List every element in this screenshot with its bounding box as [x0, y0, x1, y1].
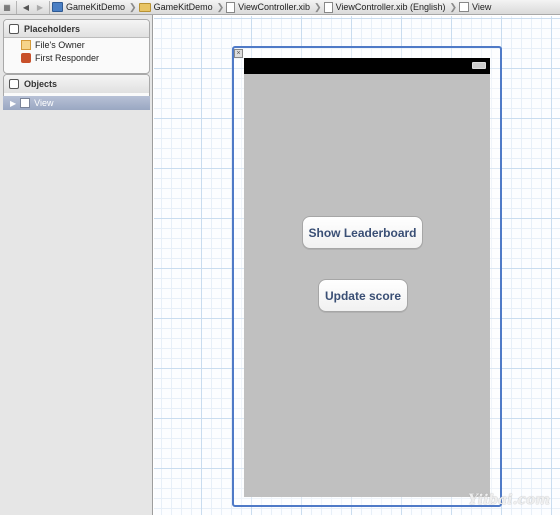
objects-section: Objects [3, 74, 150, 96]
breadcrumb-project[interactable]: GameKitDemo [52, 2, 127, 12]
separator [16, 0, 17, 14]
cube-icon [9, 79, 19, 89]
cube-icon [9, 23, 19, 34]
outline-item-view[interactable]: ▶ View [3, 96, 150, 110]
breadcrumb-view[interactable]: View [459, 2, 493, 12]
view-icon [20, 98, 31, 108]
project-icon [52, 2, 63, 12]
placeholders-header[interactable]: Placeholders [4, 20, 149, 38]
breadcrumb-label: GameKitDemo [153, 2, 213, 12]
related-items-icon[interactable]: ▦ [0, 0, 14, 14]
chevron-right-icon: ❯ [449, 1, 458, 12]
separator [49, 0, 50, 14]
document-outline: Placeholders File's Owner First Responde… [0, 15, 153, 515]
section-title: Placeholders [24, 23, 81, 34]
close-icon[interactable]: × [234, 49, 243, 58]
status-bar [244, 58, 490, 74]
watermark: Yiibai.com [468, 492, 551, 508]
outline-item-label: View [34, 98, 54, 108]
breadcrumb-label: ViewController.xib [238, 2, 311, 12]
forward-icon[interactable]: ▶ [33, 0, 47, 14]
breadcrumb-xib[interactable]: ViewController.xib [226, 1, 312, 13]
first-responder-icon [21, 52, 31, 63]
outline-item-files-owner[interactable]: File's Owner [4, 38, 149, 51]
xib-file-icon [323, 1, 333, 13]
disclosure-triangle-icon[interactable]: ▶ [10, 99, 16, 108]
back-icon[interactable]: ◀ [19, 0, 33, 14]
breadcrumb-group[interactable]: GameKitDemo [138, 2, 215, 12]
view-icon [459, 2, 470, 12]
breadcrumb-label: ViewController.xib (English) [335, 2, 446, 12]
xib-file-icon [226, 1, 236, 13]
chevron-right-icon: ❯ [314, 1, 322, 12]
section-title: Objects [24, 79, 58, 89]
breadcrumb-label: GameKitDemo [66, 2, 126, 12]
files-owner-icon [21, 39, 31, 50]
outline-item-first-responder[interactable]: First Responder [4, 51, 149, 64]
update-score-button[interactable]: Update score [318, 279, 408, 312]
jump-bar: ▦ ◀ ▶ GameKitDemo ❯ GameKitDemo ❯ ViewCo… [0, 0, 560, 15]
show-leaderboard-button[interactable]: Show Leaderboard [302, 216, 423, 249]
placeholders-section: Placeholders File's Owner First Responde… [3, 19, 150, 74]
chevron-right-icon: ❯ [216, 1, 225, 12]
outline-item-label: File's Owner [35, 39, 85, 50]
iphone-view[interactable] [244, 58, 490, 497]
outline-item-label: First Responder [35, 52, 100, 63]
breadcrumb-xib-english[interactable]: ViewController.xib (English) [323, 1, 448, 13]
folder-icon [138, 2, 151, 12]
chevron-right-icon: ❯ [129, 1, 137, 12]
breadcrumb-label: View [472, 2, 492, 12]
objects-header[interactable]: Objects [4, 75, 149, 93]
battery-icon [472, 62, 486, 69]
